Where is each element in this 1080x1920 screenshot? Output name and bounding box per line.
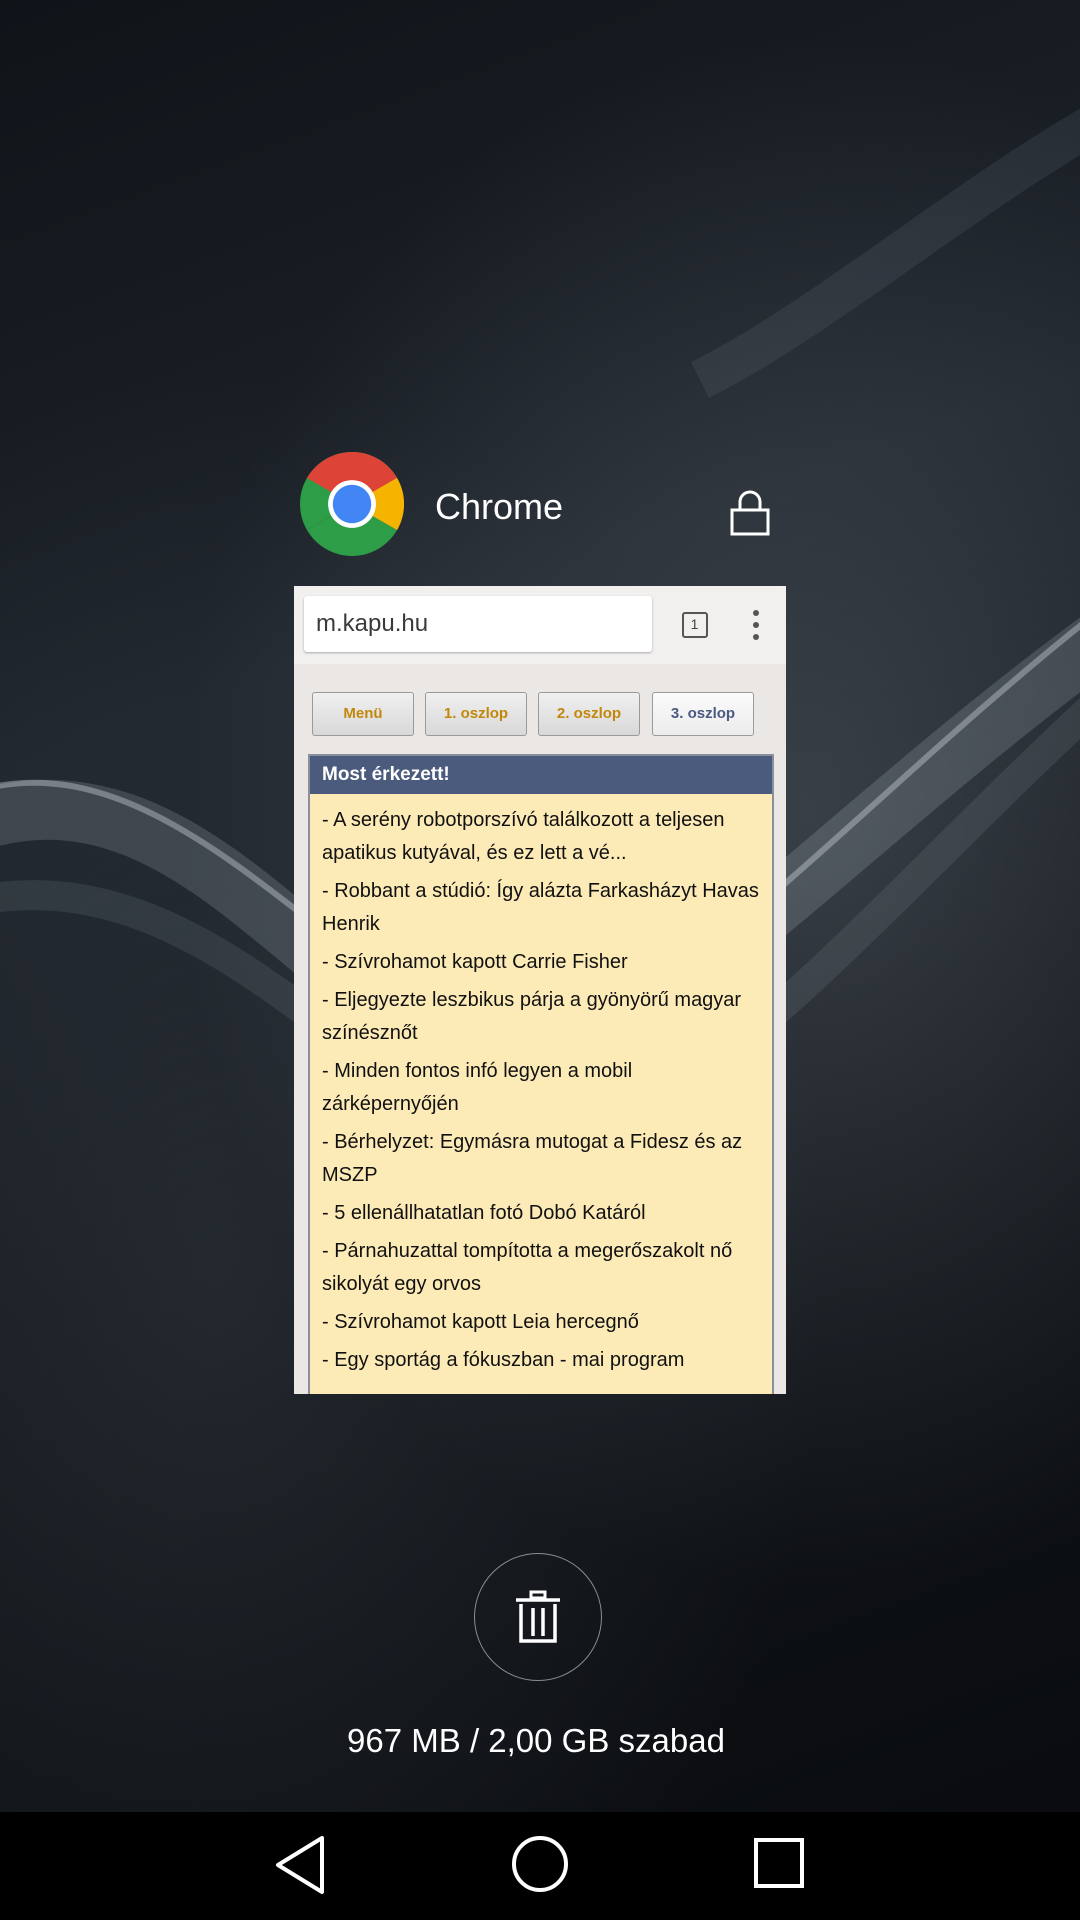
app-header[interactable]: Chrome <box>294 450 794 560</box>
browser-toolbar: m.kapu.hu 1 <box>294 586 786 664</box>
news-item[interactable]: - Bérhelyzet: Egymásra mutogat a Fidesz … <box>322 1126 762 1192</box>
nav-button-column-1[interactable]: 1. oszlop <box>425 692 527 736</box>
tab-count: 1 <box>690 616 699 632</box>
overflow-menu-icon[interactable] <box>752 610 760 640</box>
news-item[interactable]: - Egy sportág a fókuszban - mai program <box>322 1344 762 1377</box>
news-item[interactable]: - Párnahuzattal tompította a megerőszako… <box>322 1235 762 1301</box>
url-text: m.kapu.hu <box>316 610 429 637</box>
chrome-logo-icon <box>300 452 404 556</box>
news-item[interactable]: - A serény robotporszívó találkozott a t… <box>322 804 762 870</box>
url-bar[interactable]: m.kapu.hu <box>304 596 652 652</box>
memory-status: 967 MB / 2,00 GB szabad <box>347 1722 725 1759</box>
news-item[interactable]: - 5 ellenállhatatlan fotó Dobó Katáról <box>322 1197 762 1230</box>
news-item[interactable]: - Szívrohamot kapott Leia hercegnő <box>322 1306 762 1339</box>
back-icon[interactable] <box>272 1834 328 1896</box>
nav-button-column-3[interactable]: 3. oszlop <box>652 692 754 736</box>
news-title: Most érkezett! <box>310 756 772 794</box>
tab-switcher-icon[interactable]: 1 <box>682 612 708 638</box>
nav-button-menu[interactable]: Menü <box>312 692 414 736</box>
recent-apps-icon[interactable] <box>752 1836 806 1890</box>
system-nav-bar <box>0 1812 1080 1920</box>
news-box: Most érkezett! - A serény robotporszívó … <box>308 754 774 1394</box>
news-item[interactable]: - Minden fontos infó legyen a mobil zárk… <box>322 1055 762 1121</box>
clear-all-button[interactable] <box>474 1553 602 1681</box>
lock-icon[interactable] <box>728 490 772 536</box>
news-item[interactable]: - Eljegyezte leszbikus párja a gyönyörű … <box>322 984 762 1050</box>
trash-icon <box>516 1590 560 1643</box>
news-item[interactable]: - Robbant a stúdió: Így alázta Farkasház… <box>322 875 762 941</box>
nav-button-column-2[interactable]: 2. oszlop <box>538 692 640 736</box>
home-icon[interactable] <box>510 1834 570 1894</box>
app-name: Chrome <box>435 486 564 527</box>
site-nav: Menü 1. oszlop 2. oszlop 3. oszlop <box>312 692 772 738</box>
news-item[interactable]: - Szívrohamot kapott Carrie Fisher <box>322 946 762 979</box>
recent-app-card[interactable]: m.kapu.hu 1 Menü 1. oszlop 2. oszlop 3. … <box>294 586 786 1394</box>
news-list: - A serény robotporszívó találkozott a t… <box>310 794 772 1377</box>
